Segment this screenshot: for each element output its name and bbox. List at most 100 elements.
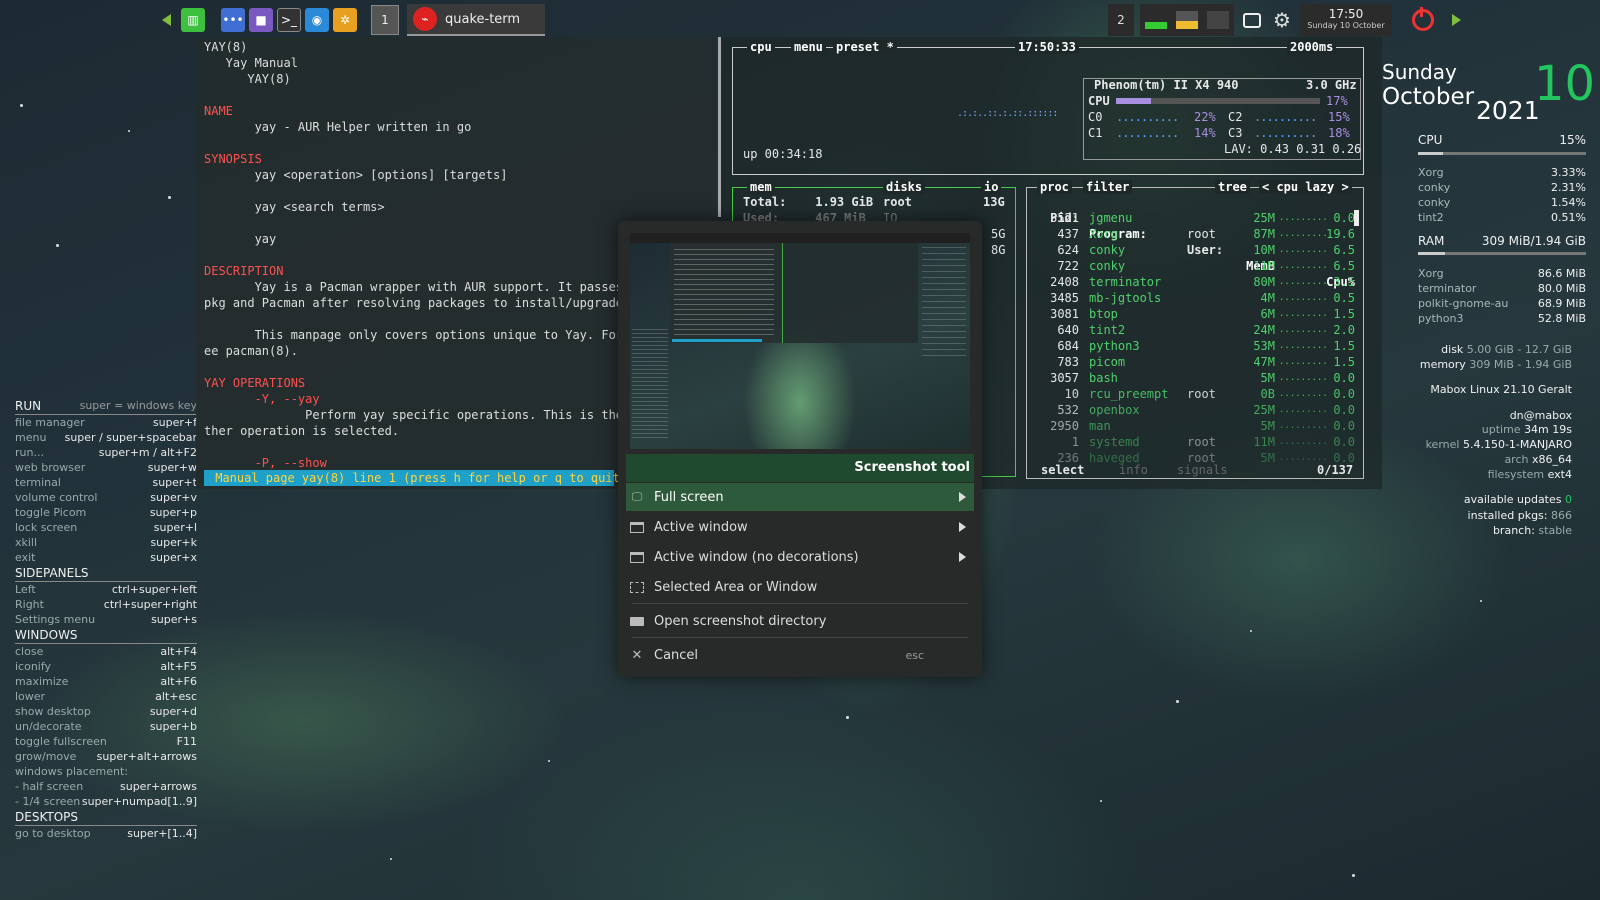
man-line [204, 135, 716, 151]
quake-term-app-icon: ⌁ [413, 7, 437, 31]
menu-item-label: Full screen [654, 489, 724, 505]
process-prog: openbox [1089, 403, 1140, 417]
conky-proc-name: conky [1418, 181, 1451, 194]
process-row[interactable]: 3521 jgmenu 25M 0.0......... [1027, 210, 1357, 226]
keybind-action: lower [15, 690, 46, 703]
process-mem: 5M [1260, 419, 1275, 433]
select-label[interactable]: select [1041, 462, 1084, 478]
clock[interactable]: 17:50 Sunday 10 October [1300, 4, 1392, 36]
btop-time: 17:50:33 [1015, 40, 1079, 54]
process-row[interactable]: 3057 bash 5M 0.0......... [1027, 370, 1357, 386]
process-row[interactable]: 3081 btop 6M 1.5......... [1027, 306, 1357, 322]
process-row[interactable]: 722 conky 11M 6.5......... [1027, 258, 1357, 274]
browser-launcher-icon[interactable]: ◉ [305, 8, 329, 32]
conky-cpu-row: CPU 15% [1418, 133, 1586, 148]
conky-kernel: kernel 5.4.150-1-MANJARO [1425, 438, 1572, 451]
desktop-menu-icon[interactable]: ••• [221, 8, 245, 32]
disks-title[interactable]: disks [883, 180, 926, 194]
screenshot-tray-icon[interactable] [1240, 4, 1264, 36]
workspace-count[interactable]: 2 [1108, 4, 1134, 36]
core-c0-graph: .......... [1116, 110, 1179, 124]
mabox-menu-icon[interactable]: ▥ [181, 8, 205, 32]
pane-divider[interactable] [718, 37, 721, 217]
keybind-row: menu super / super+spacebar [15, 430, 197, 445]
panel-prev-arrow-icon[interactable] [162, 14, 171, 26]
keybind-key: alt+F6 [160, 675, 197, 688]
settings-launcher-icon[interactable]: ✲ [333, 8, 357, 32]
menu-title[interactable]: menu [791, 40, 826, 54]
process-mem: 0B [1260, 387, 1275, 401]
keybind-row: exit super+x [15, 550, 197, 565]
signals-label[interactable]: signals [1177, 462, 1228, 478]
gear-icon[interactable]: ⚙ [1270, 4, 1294, 36]
process-row[interactable]: 3485 mb-jgtools 4M 0.5......... [1027, 290, 1357, 306]
process-row[interactable]: 10 rcu_preempt root 0B 0.0......... [1027, 386, 1357, 402]
proc-scrollbar[interactable] [1354, 210, 1359, 226]
core-c1-graph: .......... [1116, 126, 1179, 140]
file-manager-icon[interactable]: ■ [249, 8, 273, 32]
man-line: Yay Manual [204, 56, 298, 70]
man-line [204, 183, 716, 199]
menu-item-active-window-no-decorations[interactable]: Active window (no decorations) [626, 543, 974, 571]
preset-title[interactable]: preset * [833, 40, 897, 54]
tree-title[interactable]: tree [1215, 180, 1250, 194]
menu-item-active-window[interactable]: Active window [626, 513, 974, 541]
disk-5g: 5G [991, 227, 1006, 241]
cancel-shortcut: esc [905, 648, 924, 662]
process-prog: systemd [1089, 435, 1140, 449]
keybind-row: un/decorate super+b [15, 719, 197, 734]
proc-title[interactable]: proc [1037, 180, 1072, 194]
keybind-action: file manager [15, 416, 85, 429]
process-row[interactable]: 2408 terminator 80M 3.5......... [1027, 274, 1357, 290]
process-row[interactable]: 640 tint2 24M 2.0......... [1027, 322, 1357, 338]
terminal-launcher-icon[interactable]: >_ [277, 8, 301, 32]
process-mem: 24M [1253, 323, 1275, 337]
disk-8g: 8G [991, 243, 1006, 257]
cpu-lazy-sort[interactable]: < cpu lazy > [1259, 180, 1352, 194]
keybind-action: web browser [15, 461, 86, 474]
conky-day: Sunday [1382, 60, 1457, 84]
conky-branch: branch: stable [1492, 524, 1572, 537]
keybind-action: terminal [15, 476, 61, 489]
conky-proc-value: 2.31% [1551, 181, 1586, 194]
top-panel-left: ▥ ••• ■ >_ ◉ ✲ 1 ⌁ quake-term [162, 4, 545, 36]
section-title: DESKTOPS [15, 810, 79, 824]
btop-interval[interactable]: 2000ms [1287, 40, 1337, 54]
process-row[interactable]: 624 conky 10M 6.5......... [1027, 242, 1357, 258]
conky-month: October [1382, 84, 1475, 110]
desktop-switcher[interactable]: 1 [371, 5, 399, 35]
menu-item-cancel[interactable]: ✕ Cancel esc [626, 641, 974, 669]
keybind-action: windows placement: [15, 765, 129, 778]
section-title: RUN [15, 399, 42, 413]
keybind-action: go to desktop [15, 827, 91, 840]
cpu-box-title[interactable]: cpu [747, 40, 775, 54]
keybind-row: web browser super+w [15, 460, 197, 475]
conky-distro: Mabox Linux 21.10 Geralt [1430, 383, 1572, 396]
keybind-key: super+numpad[1..9] [81, 795, 197, 808]
info-label[interactable]: info [1119, 462, 1148, 478]
panel-next-arrow-icon[interactable] [1452, 14, 1461, 26]
conky-uptime: uptime 34m 19s [1481, 423, 1572, 436]
keybind-key: super+[1..4] [127, 827, 197, 840]
process-row[interactable]: 783 picom 47M 1.5......... [1027, 354, 1357, 370]
power-icon[interactable] [1412, 7, 1434, 31]
keybind-row: toggle Picom super+p [15, 505, 197, 520]
mem-title[interactable]: mem [747, 180, 775, 194]
taskbar-item-quake-term[interactable]: ⌁ quake-term [407, 4, 545, 36]
process-row[interactable]: 532 openbox 25M 0.0......... [1027, 402, 1357, 418]
process-row[interactable]: 1 systemd root 11M 0.0......... [1027, 434, 1357, 450]
process-prog: conky [1089, 259, 1126, 273]
keybind-row: file manager super+f [15, 415, 197, 430]
conky-arch: arch x86_64 [1504, 453, 1572, 466]
io-title[interactable]: io [981, 180, 1002, 194]
menu-item-open-directory[interactable]: Open screenshot directory [626, 607, 974, 635]
menu-item-selected-area[interactable]: Selected Area or Window [626, 573, 974, 601]
menu-item-full-screen[interactable]: 🖵 Full screen [626, 483, 974, 511]
keybind-row: iconify alt+F5 [15, 659, 197, 674]
process-row[interactable]: 437 Xorg root 87M 19.6......... [1027, 226, 1357, 242]
process-row[interactable]: 2950 man 5M 0.0......... [1027, 418, 1357, 434]
conky-proc-name: tint2 [1418, 211, 1444, 224]
process-row[interactable]: 684 python3 53M 1.5......... [1027, 338, 1357, 354]
process-pid: 684 [1057, 339, 1079, 353]
filter-title[interactable]: filter [1083, 180, 1133, 194]
